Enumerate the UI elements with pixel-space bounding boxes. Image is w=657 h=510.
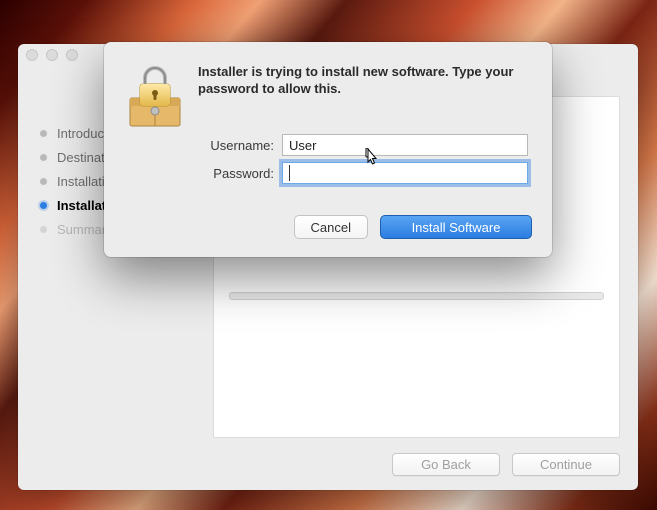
traffic-light-close[interactable] (26, 49, 38, 61)
install-software-button[interactable]: Install Software (380, 215, 532, 239)
step-bullet-icon (40, 154, 47, 161)
password-input[interactable] (282, 162, 528, 184)
text-caret (289, 165, 290, 181)
continue-button[interactable]: Continue (512, 453, 620, 476)
step-bullet-icon (40, 178, 47, 185)
cancel-button[interactable]: Cancel (294, 215, 368, 239)
step-bullet-icon (40, 202, 47, 209)
go-back-button[interactable]: Go Back (392, 453, 500, 476)
desktop-background: Introduction Destination Select Installa… (0, 0, 657, 510)
step-bullet-icon (40, 130, 47, 137)
username-input[interactable] (282, 134, 528, 156)
lock-package-icon (122, 64, 188, 133)
install-progress-bar (229, 292, 604, 300)
auth-prompt-text: Installer is trying to install new softw… (198, 64, 532, 98)
auth-dialog: Installer is trying to install new softw… (104, 42, 552, 257)
traffic-light-zoom[interactable] (66, 49, 78, 61)
password-label: Password: (198, 166, 274, 181)
traffic-light-minimize[interactable] (46, 49, 58, 61)
step-bullet-icon (40, 226, 47, 233)
username-label: Username: (198, 138, 274, 153)
